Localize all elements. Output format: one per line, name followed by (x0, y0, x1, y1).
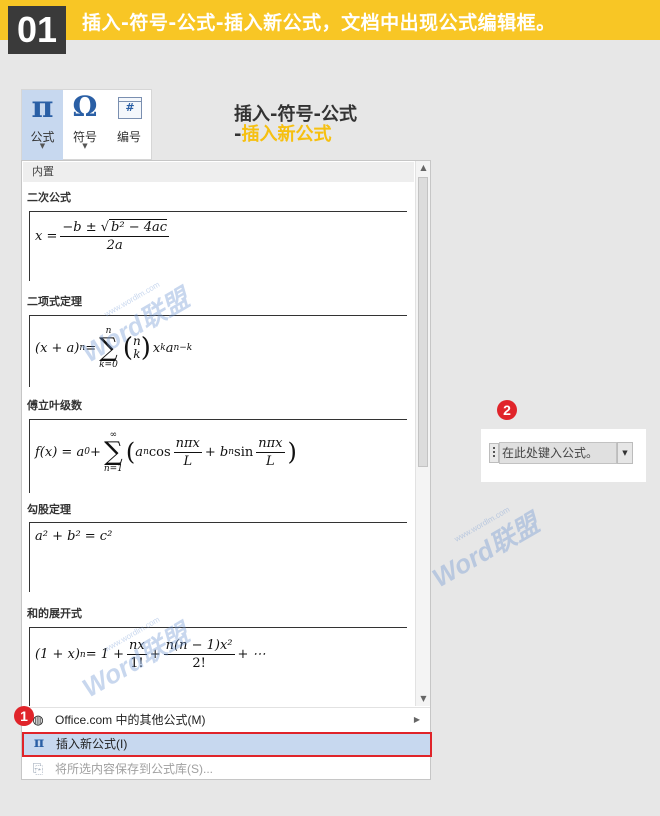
omega-icon: Ω (72, 90, 98, 123)
symbol-button[interactable]: Ω 符号 ▼ (65, 90, 105, 160)
gallery-scrollbar[interactable]: ▲ ▼ (415, 161, 430, 706)
pi-icon: π (31, 90, 54, 125)
scroll-down-icon[interactable]: ▼ (416, 692, 431, 706)
chevron-down-icon: ▼ (82, 142, 88, 150)
numbering-button[interactable]: # 编号 (107, 90, 151, 160)
equation-item-quadratic[interactable]: x = −b ± √ b² − 4ac 2a (29, 211, 407, 281)
equation-gallery: 内置 二次公式 x = −b ± √ b² − 4ac 2a 二项式定理 (x + … (21, 160, 432, 781)
section-title: 勾股定理 (27, 503, 71, 516)
section-title: 二次公式 (27, 191, 71, 204)
chevron-down-icon: ▼ (39, 142, 46, 150)
equation-item-fourier[interactable]: f(x) = a0 + ∞ ∑ n=1 (a n cos nπx L + bn sin … (29, 419, 407, 493)
menu-item-save-to-gallery[interactable]: ⎘ 将所选内容保存到公式库(S)... (23, 757, 430, 781)
step-number: 01 (8, 6, 66, 54)
equation-editor: 在此处键入公式。 ▼ (481, 429, 646, 482)
pi-icon: π (33, 735, 45, 751)
save-gallery-icon: ⎘ (32, 761, 44, 776)
ribbon-symbols-group: π 公式 ▼ Ω 符号 ▼ # 编号 (21, 89, 152, 160)
section-title: 二项式定理 (27, 295, 82, 308)
equation-item-pythagorean[interactable]: a² + b² = c² (29, 522, 407, 592)
equation-item-expansion[interactable]: (1 + x) n = 1 + nx 1! + n(n − 1)x² 2! + ⋯ (29, 627, 407, 706)
step-marker-1: 1 (14, 706, 34, 726)
scroll-thumb[interactable] (418, 177, 428, 467)
caption-line-2: -插入新公式 (234, 124, 332, 145)
banner-instruction: 插入-符号-公式-插入新公式，文档中出现公式编辑框。 (82, 12, 556, 34)
step-marker-2: 2 (497, 400, 517, 420)
menu-item-office-more[interactable]: ◍ Office.com 中的其他公式(M) ▶ (23, 707, 430, 731)
menu-item-insert-new-equation[interactable]: π 插入新公式(I) (22, 732, 432, 757)
numbering-label: 编号 (116, 130, 141, 144)
equation-button[interactable]: π 公式 ▼ (22, 90, 63, 160)
chevron-down-icon[interactable]: ▼ (617, 442, 633, 464)
section-title: 和的展开式 (27, 607, 82, 620)
equation-item-binomial[interactable]: (x + a) n = n ∑ k=0 (n k) x k a n−k (29, 315, 407, 387)
gallery-header: 内置 (23, 162, 414, 182)
scroll-up-icon[interactable]: ▲ (416, 161, 431, 175)
drag-handle-icon[interactable] (489, 443, 499, 463)
watermark: www.wordlm.com Word联盟 (427, 504, 545, 594)
section-title: 傅立叶级数 (27, 399, 82, 412)
equation-input[interactable]: 在此处键入公式。 (499, 442, 617, 464)
number-icon: # (118, 97, 142, 119)
submenu-arrow-icon: ▶ (413, 715, 420, 724)
gallery-list: 内置 二次公式 x = −b ± √ b² − 4ac 2a 二项式定理 (x + … (22, 161, 415, 706)
